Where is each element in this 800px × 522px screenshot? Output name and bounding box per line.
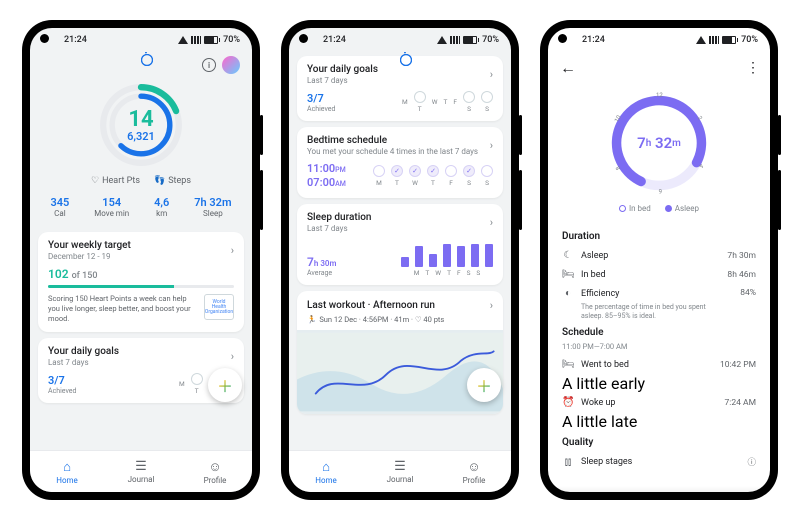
chevron-right-icon: ›	[231, 244, 234, 257]
home-icon: ⌂	[63, 459, 71, 475]
phone-side-button	[519, 170, 522, 230]
phone-cards: 21:24 70% Your daily goalsLast 7 days › …	[281, 20, 519, 500]
phone-side-button	[778, 170, 781, 230]
row-woke-up[interactable]: ⏰Woke up 7:24 AM	[562, 393, 756, 412]
bars-icon: ⫾⫾	[562, 457, 574, 468]
half-circle-icon: ◐	[562, 288, 574, 299]
stats-row[interactable]: 345Cal 154Move min 4,6km 7h 32mSleep	[30, 192, 252, 226]
fab-add-button[interactable]: ＋	[208, 368, 242, 402]
day-pips: M T W T F S S	[402, 91, 493, 113]
card-title: Your daily goals	[48, 346, 119, 357]
chevron-right-icon: ›	[490, 139, 493, 152]
row-in-bed[interactable]: 🛏In bed 8h 46m	[562, 265, 756, 284]
journal-icon: ☰	[135, 459, 147, 474]
profile-icon: ☺	[467, 459, 480, 475]
progress-bar	[48, 285, 234, 288]
phone-sleep-detail: 21:24 70% ← ⋮ 12 2 4 6	[540, 20, 778, 500]
status-bar: 21:24 70%	[548, 28, 770, 52]
stat-sleep: 7h 32mSleep	[194, 196, 231, 218]
heart-points-value: 14	[128, 109, 153, 131]
heart-icon: ♡	[91, 176, 99, 186]
phone-home: 21:24 70% i	[22, 20, 260, 500]
steps-icon: 👣	[154, 176, 165, 186]
schedule-range: 11:00 PM—7:00 AM	[562, 342, 756, 351]
who-tip-text: Scoring 150 Heart Points a week can help…	[48, 294, 196, 324]
row-efficiency[interactable]: ◐Efficiency 84%	[562, 284, 756, 303]
journal-icon: ☰	[394, 459, 406, 474]
chevron-right-icon: ›	[490, 216, 493, 229]
sleep-bars	[401, 239, 493, 267]
section-title: Schedule	[562, 327, 756, 338]
nav-journal[interactable]: ☰Journal	[104, 451, 178, 492]
bedtime-day-checks: M ✓T ✓W ✓T F ✓S S	[373, 165, 493, 187]
battery-pct: 70%	[223, 35, 240, 45]
info-icon[interactable]: ⓘ	[747, 456, 756, 468]
camera-punch-hole	[558, 34, 567, 43]
profile-icon: ☺	[208, 459, 221, 475]
chevron-right-icon: ›	[231, 350, 234, 363]
info-icon[interactable]: i	[202, 58, 216, 72]
sleep-legend: In bed Asleep	[548, 204, 770, 213]
back-button[interactable]: ←	[560, 58, 576, 78]
battery-icon	[463, 36, 479, 44]
run-icon: 🏃	[307, 315, 316, 324]
bottom-nav: ⌂Home ☰Journal ☺Profile	[30, 450, 252, 492]
avatar[interactable]	[222, 56, 240, 74]
ring-legend: ♡Heart Pts 👣Steps	[30, 176, 252, 186]
stat-cal: 345Cal	[50, 196, 69, 218]
stat-km: 4,6km	[154, 196, 169, 218]
wifi-icon	[696, 36, 706, 44]
sleep-duration-card[interactable]: Sleep durationLast 7 days› 7h 30mAverage…	[297, 204, 503, 285]
home-icon: ⌂	[322, 459, 330, 475]
wifi-icon	[437, 36, 447, 44]
daily-goals-card[interactable]: Your daily goalsLast 7 days › 3/7Achieve…	[297, 56, 503, 121]
chevron-right-icon: ›	[490, 299, 493, 312]
overflow-menu-icon[interactable]: ⋮	[746, 60, 758, 76]
sleep-ring[interactable]: 12 2 4 6 8 10 7h 32m	[548, 84, 770, 202]
nav-home[interactable]: ⌂Home	[289, 451, 363, 492]
alarm-icon: ⏰	[562, 397, 574, 408]
bottom-nav: ⌂Home ☰Journal ☺Profile	[289, 450, 511, 492]
signal-icon	[450, 36, 460, 44]
wifi-icon	[178, 36, 188, 44]
camera-punch-hole	[299, 34, 308, 43]
row-went-to-bed[interactable]: 🛏Went to bed 10:42 PM	[562, 355, 756, 374]
nav-home[interactable]: ⌂Home	[30, 451, 104, 492]
signal-icon	[191, 36, 201, 44]
phone-side-button	[778, 115, 781, 155]
who-logo: World Health Organization	[204, 294, 234, 320]
status-bar: 21:24 70%	[289, 28, 511, 52]
stat-movemin: 154Move min	[94, 196, 129, 218]
phone-side-button	[519, 115, 522, 155]
nav-profile[interactable]: ☺Profile	[437, 451, 511, 492]
clock: 21:24	[64, 35, 87, 45]
weekly-target-card[interactable]: Your weekly target December 12 - 19 › 10…	[38, 232, 244, 332]
moon-icon: ☾	[562, 250, 574, 261]
bed-icon: 🛏	[562, 359, 574, 370]
camera-punch-hole	[40, 34, 49, 43]
signal-icon	[709, 36, 719, 44]
nav-journal[interactable]: ☰Journal	[363, 451, 437, 492]
row-sleep-stages[interactable]: ⫾⫾Sleep stages ⓘ	[562, 452, 756, 472]
nav-profile[interactable]: ☺Profile	[178, 451, 252, 492]
section-title: Quality	[562, 437, 756, 448]
phone-side-button	[260, 170, 263, 230]
row-asleep[interactable]: ☾Asleep 7h 30m	[562, 246, 756, 265]
chevron-right-icon: ›	[490, 68, 493, 81]
steps-value: 6,321	[127, 131, 155, 142]
card-title: Your weekly target	[48, 240, 131, 251]
section-title: Duration	[562, 231, 756, 242]
battery-icon	[204, 36, 220, 44]
bed-icon: 🛏	[562, 269, 574, 280]
card-subtitle: December 12 - 19	[48, 252, 131, 261]
activity-ring[interactable]: 14 6,321	[30, 78, 252, 176]
phone-side-button	[260, 115, 263, 155]
efficiency-description: The percentage of time in bed you spent …	[581, 303, 721, 321]
fab-add-button[interactable]: ＋	[467, 368, 501, 402]
status-bar: 21:24 70%	[30, 28, 252, 52]
bedtime-schedule-card[interactable]: Bedtime scheduleYou met your schedule 4 …	[297, 127, 503, 198]
